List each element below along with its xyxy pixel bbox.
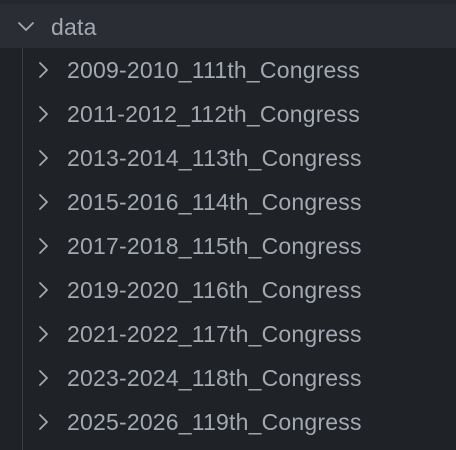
tree-item-113th[interactable]: 2013-2014_113th_Congress <box>0 136 456 180</box>
chevron-right-icon[interactable] <box>36 105 50 123</box>
chevron-right-icon[interactable] <box>36 149 50 167</box>
chevron-right-icon[interactable] <box>36 237 50 255</box>
folder-label: data <box>51 14 97 40</box>
chevron-down-icon[interactable] <box>17 18 35 36</box>
folder-children: 2009-2010_111th_Congress 2011-2012_112th… <box>0 48 456 444</box>
tree-item-label: 2009-2010_111th_Congress <box>67 57 360 83</box>
tree-item-label: 2015-2016_114th_Congress <box>67 189 362 215</box>
tree-item-label: 2019-2020_116th_Congress <box>67 277 362 303</box>
file-explorer-tree: data 2009-2010_111th_Congress 2011-2012_… <box>0 0 456 450</box>
chevron-right-icon[interactable] <box>36 369 50 387</box>
chevron-right-icon[interactable] <box>36 193 50 211</box>
tree-item-119th[interactable]: 2025-2026_119th_Congress <box>0 400 456 444</box>
folder-row-data[interactable]: data <box>0 4 456 48</box>
tree-item-111th[interactable]: 2009-2010_111th_Congress <box>0 48 456 92</box>
chevron-right-icon[interactable] <box>36 61 50 79</box>
tree-item-114th[interactable]: 2015-2016_114th_Congress <box>0 180 456 224</box>
tree-item-117th[interactable]: 2021-2022_117th_Congress <box>0 312 456 356</box>
chevron-right-icon[interactable] <box>36 413 50 431</box>
tree-item-label: 2023-2024_118th_Congress <box>67 365 362 391</box>
tree-item-116th[interactable]: 2019-2020_116th_Congress <box>0 268 456 312</box>
tree-item-label: 2017-2018_115th_Congress <box>67 233 362 259</box>
tree-item-115th[interactable]: 2017-2018_115th_Congress <box>0 224 456 268</box>
tree-item-118th[interactable]: 2023-2024_118th_Congress <box>0 356 456 400</box>
chevron-right-icon[interactable] <box>36 325 50 343</box>
tree-item-label: 2013-2014_113th_Congress <box>67 145 362 171</box>
tree-item-label: 2011-2012_112th_Congress <box>67 101 360 127</box>
tree-item-label: 2021-2022_117th_Congress <box>67 321 362 347</box>
tree-item-label: 2025-2026_119th_Congress <box>67 409 362 435</box>
chevron-right-icon[interactable] <box>36 281 50 299</box>
tree-item-112th[interactable]: 2011-2012_112th_Congress <box>0 92 456 136</box>
